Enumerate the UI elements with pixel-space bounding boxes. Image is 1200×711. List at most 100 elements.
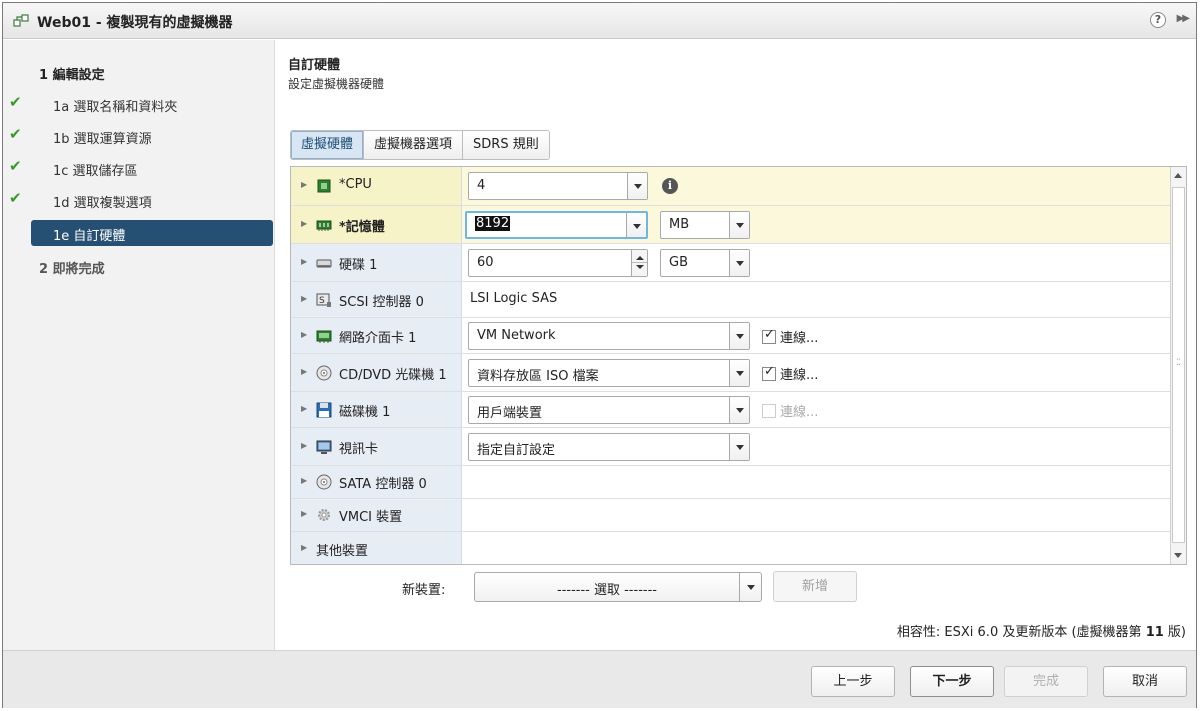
hw-row-cd-dvd: ▶ CD/DVD 光碟機 1 資料存放區 ISO 檔案 連線... bbox=[291, 354, 1171, 392]
nav-step-ready-to-complete[interactable]: 2 即將完成 bbox=[3, 253, 275, 279]
expand-icon[interactable]: ▶▶ bbox=[1177, 13, 1190, 24]
hw-name-vmci: VMCI 裝置 bbox=[339, 510, 403, 525]
floppy-connect-checkbox[interactable]: 連線... bbox=[762, 401, 818, 420]
cpu-count-value: 4 bbox=[477, 178, 486, 193]
expand-caret-icon[interactable]: ▶ bbox=[301, 180, 307, 189]
floppy-source-select[interactable]: 用戶端裝置 bbox=[468, 395, 750, 424]
grid-scrollbar[interactable]: ⁚⁚ bbox=[1170, 167, 1186, 564]
check-icon: ✔ bbox=[9, 189, 22, 207]
page-subtitle: 設定虛擬機器硬體 bbox=[288, 77, 385, 91]
hw-row-disk: ▶ 硬碟 1 60 GB bbox=[291, 244, 1171, 282]
virtual-hardware-grid: ▶ *CPU 4 i ▶ *記憶體 8192 MB ▶ 硬碟 1 60 GB ▶… bbox=[290, 166, 1187, 565]
cd-dvd-connect-checkbox[interactable]: 連線... bbox=[762, 364, 818, 383]
chevron-down-icon[interactable] bbox=[729, 433, 749, 460]
scroll-up-icon[interactable] bbox=[1174, 173, 1182, 178]
compatibility-prefix: 相容性: ESXi 6.0 及更新版本 (虛擬機器第 bbox=[896, 625, 1146, 640]
next-button[interactable]: 下一步 bbox=[910, 666, 994, 697]
expand-caret-icon[interactable]: ▶ bbox=[301, 330, 307, 339]
chevron-down-icon[interactable] bbox=[729, 249, 749, 276]
hw-name-network-adapter: 網路介面卡 1 bbox=[339, 330, 417, 346]
hw-label-cell: ▶ 視訊卡 bbox=[291, 428, 462, 465]
network-adapter-icon bbox=[316, 330, 332, 343]
video-card-settings-select[interactable]: 指定自訂設定 bbox=[468, 432, 750, 461]
expand-caret-icon[interactable]: ▶ bbox=[301, 543, 307, 552]
network-select[interactable]: VM Network bbox=[468, 321, 750, 350]
expand-caret-icon[interactable]: ▶ bbox=[301, 294, 307, 303]
main-content: 自訂硬體 設定虛擬機器硬體 虛擬硬體 虛擬機器選項 SDRS 規則 ▶ *CPU… bbox=[276, 40, 1196, 650]
clone-vm-icon bbox=[13, 14, 29, 27]
expand-caret-icon[interactable]: ▶ bbox=[301, 509, 307, 518]
memory-size-input[interactable]: 8192 bbox=[465, 210, 648, 239]
video-card-settings-value: 指定自訂設定 bbox=[477, 442, 556, 458]
disk-size-stepper[interactable]: 60 bbox=[468, 248, 648, 277]
add-device-button[interactable]: 新增 bbox=[773, 571, 857, 602]
tab-virtual-hardware[interactable]: 虛擬硬體 bbox=[291, 131, 365, 159]
hw-value-cell: 8192 MB bbox=[462, 206, 1171, 243]
hw-label-cell: ▶ 其他裝置 bbox=[291, 532, 462, 564]
expand-caret-icon[interactable]: ▶ bbox=[301, 404, 307, 413]
back-button[interactable]: 上一步 bbox=[811, 666, 895, 697]
cd-dvd-connect-label: 連線... bbox=[780, 367, 819, 383]
checkbox-checked-icon bbox=[762, 364, 776, 381]
new-device-label: 新裝置: bbox=[402, 583, 446, 598]
cpu-count-select[interactable]: 4 bbox=[468, 172, 648, 200]
expand-caret-icon[interactable]: ▶ bbox=[301, 219, 307, 228]
help-icon[interactable]: ? bbox=[1150, 12, 1166, 28]
tab-sdrs-rules[interactable]: SDRS 規則 bbox=[463, 131, 549, 159]
cd-dvd-source-select[interactable]: 資料存放區 ISO 檔案 bbox=[468, 358, 750, 387]
expand-caret-icon[interactable]: ▶ bbox=[301, 367, 307, 376]
page-title: 自訂硬體 bbox=[288, 58, 341, 73]
hw-name-cd-dvd: CD/DVD 光碟機 1 bbox=[339, 367, 447, 383]
hw-row-floppy: ▶ 磁碟機 1 用戶端裝置 連線... bbox=[291, 392, 1171, 428]
chevron-down-icon[interactable] bbox=[729, 396, 749, 423]
memory-unit-select[interactable]: MB bbox=[660, 210, 750, 239]
expand-caret-icon[interactable]: ▶ bbox=[301, 476, 307, 485]
chevron-down-icon[interactable] bbox=[729, 359, 749, 386]
hw-row-scsi: ▶ S SCSI 控制器 0 LSI Logic SAS bbox=[291, 282, 1171, 318]
expand-caret-icon[interactable]: ▶ bbox=[301, 257, 307, 266]
nav-step-label: 1e 自訂硬體 bbox=[53, 229, 126, 244]
hw-label-cell: ▶ 網路介面卡 1 bbox=[291, 318, 462, 353]
nav-step-select-clone-options[interactable]: ✔ 1d 選取複製選項 bbox=[3, 187, 275, 213]
scroll-down-icon[interactable] bbox=[1174, 553, 1182, 558]
cancel-button[interactable]: 取消 bbox=[1103, 666, 1187, 697]
hw-row-video-card: ▶ 視訊卡 指定自訂設定 bbox=[291, 428, 1171, 466]
nav-step-select-storage[interactable]: ✔ 1c 選取儲存區 bbox=[3, 155, 275, 181]
chevron-down-icon[interactable] bbox=[729, 322, 749, 349]
tab-bar: 虛擬硬體 虛擬機器選項 SDRS 規則 bbox=[290, 130, 550, 160]
tab-vm-options[interactable]: 虛擬機器選項 bbox=[364, 131, 464, 159]
hw-name-floppy: 磁碟機 1 bbox=[339, 404, 391, 420]
hw-row-network-adapter: ▶ 網路介面卡 1 VM Network 連線... bbox=[291, 318, 1171, 354]
chevron-down-icon[interactable] bbox=[729, 211, 749, 238]
new-device-select[interactable]: ------- 選取 ------- bbox=[474, 572, 762, 602]
hw-label-cell: ▶ *CPU bbox=[291, 167, 462, 205]
chevron-down-icon[interactable] bbox=[627, 173, 647, 199]
hw-row-cpu: ▶ *CPU 4 i bbox=[291, 167, 1171, 206]
nav-step-select-name-folder[interactable]: ✔ 1a 選取名稱和資料夾 bbox=[3, 91, 275, 117]
chevron-down-icon[interactable] bbox=[739, 573, 761, 601]
nav-step-select-compute-resource[interactable]: ✔ 1b 選取運算資源 bbox=[3, 123, 275, 149]
compatibility-text: 相容性: ESXi 6.0 及更新版本 (虛擬機器第 11 版) bbox=[897, 621, 1186, 640]
hw-name-cpu: *CPU bbox=[339, 177, 372, 192]
info-icon[interactable]: i bbox=[662, 178, 678, 194]
nav-step-customize-hardware[interactable]: 1e 自訂硬體 bbox=[31, 220, 273, 246]
hw-name-sata: SATA 控制器 0 bbox=[339, 477, 427, 492]
nav-step-edit-settings[interactable]: 1 編輯設定 bbox=[3, 59, 275, 85]
expand-caret-icon[interactable]: ▶ bbox=[301, 441, 307, 450]
hw-row-memory: ▶ *記憶體 8192 MB bbox=[291, 206, 1171, 244]
hw-name-memory: *記憶體 bbox=[339, 219, 385, 235]
hw-label-cell: ▶ 磁碟機 1 bbox=[291, 392, 462, 427]
wizard-nav: 1 編輯設定 ✔ 1a 選取名稱和資料夾 ✔ 1b 選取運算資源 ✔ 1c 選取… bbox=[3, 40, 275, 650]
nic-connect-checkbox[interactable]: 連線... bbox=[762, 327, 818, 346]
chevron-down-icon[interactable] bbox=[626, 212, 646, 237]
finish-button[interactable]: 完成 bbox=[1004, 666, 1088, 697]
hw-row-other-devices: ▶ 其他裝置 bbox=[291, 532, 1171, 564]
memory-unit-value: MB bbox=[669, 216, 690, 232]
hw-value-cell bbox=[462, 499, 1171, 531]
sata-controller-icon bbox=[316, 474, 332, 490]
scrollbar-thumb[interactable]: ⁚⁚ bbox=[1172, 187, 1185, 543]
stepper-arrows-icon[interactable] bbox=[631, 249, 647, 276]
hw-name-disk: 硬碟 1 bbox=[339, 257, 378, 273]
disk-unit-select[interactable]: GB bbox=[660, 248, 750, 277]
cd-dvd-source-value: 資料存放區 ISO 檔案 bbox=[477, 368, 599, 384]
